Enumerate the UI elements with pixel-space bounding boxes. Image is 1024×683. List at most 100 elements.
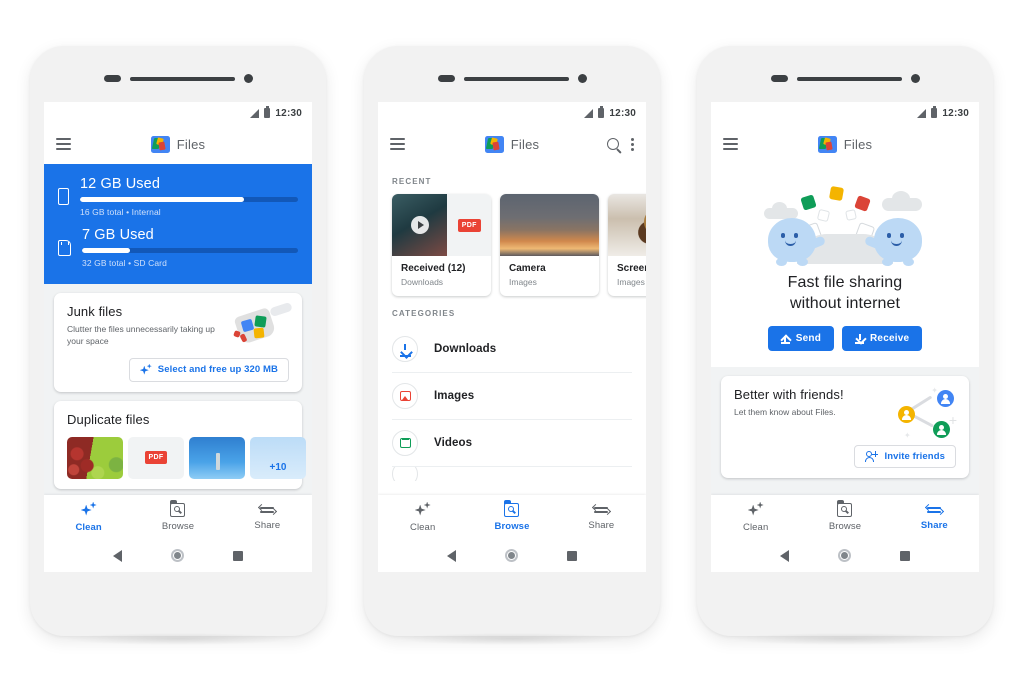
back-triangle-icon[interactable] — [112, 549, 122, 562]
receive-button[interactable]: Receive — [842, 326, 923, 352]
category-label: Videos — [434, 437, 473, 449]
nav-item-browse[interactable]: Browse — [133, 499, 222, 532]
more-count-label: +10 — [269, 461, 287, 473]
nav-item-share[interactable]: Share — [890, 503, 979, 531]
front-camera-icon — [243, 74, 253, 83]
hamburger-menu-icon[interactable] — [56, 138, 71, 150]
category-row-downloads[interactable]: Downloads — [392, 326, 632, 373]
more-vertical-icon[interactable] — [631, 137, 634, 151]
categories-list: Downloads Images Videos — [378, 326, 646, 481]
storage-row-internal[interactable]: 12 GB Used 16 GB total • Internal — [58, 176, 298, 217]
nav-label: Browse — [828, 520, 862, 532]
dustpan-with-files-illustration — [233, 301, 293, 349]
nav-item-clean[interactable]: Clean — [44, 501, 133, 533]
category-row-videos[interactable]: Videos — [392, 420, 632, 467]
status-bar: 12:30 — [711, 102, 979, 124]
category-icon-partial — [392, 467, 418, 481]
files-logo-icon — [817, 135, 837, 153]
sparkle-icon — [747, 501, 764, 518]
recent-card[interactable]: Screen Images — [608, 194, 646, 296]
bottom-navigation: Clean Browse Share — [44, 495, 312, 539]
folder-search-icon — [169, 499, 186, 517]
hero-title-line-1: Fast file sharing — [787, 274, 903, 291]
recent-name: Received (12) — [401, 263, 466, 274]
front-camera-icon — [577, 74, 587, 83]
storage-subtitle: 32 GB total • SD Card — [82, 258, 167, 268]
category-row-images[interactable]: Images — [392, 373, 632, 420]
bottom-navigation: Clean Browse Share — [378, 495, 646, 539]
earpiece-pill — [437, 75, 455, 82]
storage-title: 12 GB Used — [80, 176, 160, 192]
battery-icon — [598, 106, 605, 118]
send-button[interactable]: Send — [767, 326, 835, 352]
hero-title-line-2: without internet — [789, 295, 901, 313]
signal-icon — [584, 108, 594, 118]
system-navigation-bar — [378, 539, 646, 572]
nav-label: Browse — [161, 520, 195, 532]
system-navigation-bar — [44, 539, 312, 572]
recent-card[interactable]: PDF Received (12) Downloads — [392, 194, 491, 296]
battery-icon — [264, 106, 271, 118]
nav-item-clean[interactable]: Clean — [378, 501, 467, 533]
nav-item-browse[interactable]: Browse — [467, 499, 556, 532]
back-triangle-icon[interactable] — [446, 549, 456, 562]
thumbnail-pdf[interactable]: PDF — [128, 436, 184, 479]
home-circle-icon[interactable] — [504, 549, 518, 562]
upload-icon — [780, 334, 790, 344]
sparkle-icon — [80, 501, 97, 518]
hamburger-menu-icon[interactable] — [723, 138, 738, 150]
card-title: Duplicate files — [67, 411, 150, 427]
speaker-grille — [463, 76, 569, 81]
earpiece-pill — [770, 75, 788, 82]
duplicate-files-card[interactable]: Duplicate files PDF +10 — [54, 400, 306, 489]
back-triangle-icon[interactable] — [779, 549, 789, 562]
folder-search-icon — [503, 499, 520, 517]
invite-friends-button[interactable]: Invite friends — [854, 444, 956, 468]
app-brand: Files — [378, 135, 646, 153]
home-circle-icon[interactable] — [170, 549, 184, 562]
recent-card[interactable]: Camera Images — [500, 194, 599, 296]
recent-name: Screen — [617, 263, 646, 274]
files-logo-icon — [150, 135, 170, 153]
nav-item-browse[interactable]: Browse — [800, 499, 889, 532]
status-bar: 12:30 — [44, 102, 312, 124]
pdf-badge: PDF — [144, 451, 168, 465]
thumbnail-sky[interactable] — [189, 436, 245, 479]
play-icon — [410, 216, 429, 234]
junk-files-card[interactable]: Junk files Clutter the files unnecessari… — [54, 293, 302, 392]
storage-row-sdcard[interactable]: 7 GB Used 32 GB total • SD Card — [58, 227, 298, 268]
app-bar: Files — [378, 124, 646, 164]
search-icon[interactable] — [607, 138, 619, 150]
thumbnail-fruit[interactable] — [67, 436, 123, 479]
hero-buttons: Send Receive — [725, 326, 965, 352]
phone-speaker-row — [30, 74, 326, 83]
nav-item-clean[interactable]: Clean — [711, 501, 800, 533]
recents-square-icon[interactable] — [900, 550, 911, 561]
nav-item-share[interactable]: Share — [223, 503, 312, 531]
categories-section-label: CATEGORIES — [392, 309, 456, 318]
recents-square-icon[interactable] — [233, 550, 244, 561]
share-hero: Fast file sharing without internet Send … — [711, 164, 979, 368]
home-circle-icon[interactable] — [837, 549, 851, 562]
recents-square-icon[interactable] — [567, 550, 578, 561]
screenshot-stage: 12:30 Files 12 GB Used 16 GB total • Int… — [0, 0, 1024, 683]
pdf-badge: PDF — [457, 218, 481, 232]
sd-card-icon — [58, 239, 71, 256]
better-with-friends-card[interactable]: + ✦ ✦ Better with friends! Let them know… — [721, 376, 969, 478]
category-row-partial[interactable] — [392, 467, 632, 481]
recent-location: Downloads — [401, 277, 444, 287]
select-and-free-up-button[interactable]: Select and free up 320 MB — [128, 357, 289, 382]
folder-search-icon — [836, 499, 853, 517]
nav-item-share[interactable]: Share — [557, 503, 646, 531]
thumbnail-more-overlay[interactable]: +10 — [250, 436, 306, 479]
nav-label: Clean — [410, 521, 436, 533]
phone-device-share: 12:30 Files Fast file sharing without in… — [697, 46, 993, 645]
app-bar: Files — [711, 124, 979, 164]
category-label: Images — [434, 390, 475, 402]
card-description: Clutter the files unnecessarily taking u… — [67, 324, 215, 347]
recent-location: Images — [617, 277, 645, 287]
signal-icon — [917, 108, 927, 118]
earpiece-pill — [103, 75, 121, 82]
hamburger-menu-icon[interactable] — [390, 138, 405, 150]
storage-progress-fill — [80, 197, 244, 202]
